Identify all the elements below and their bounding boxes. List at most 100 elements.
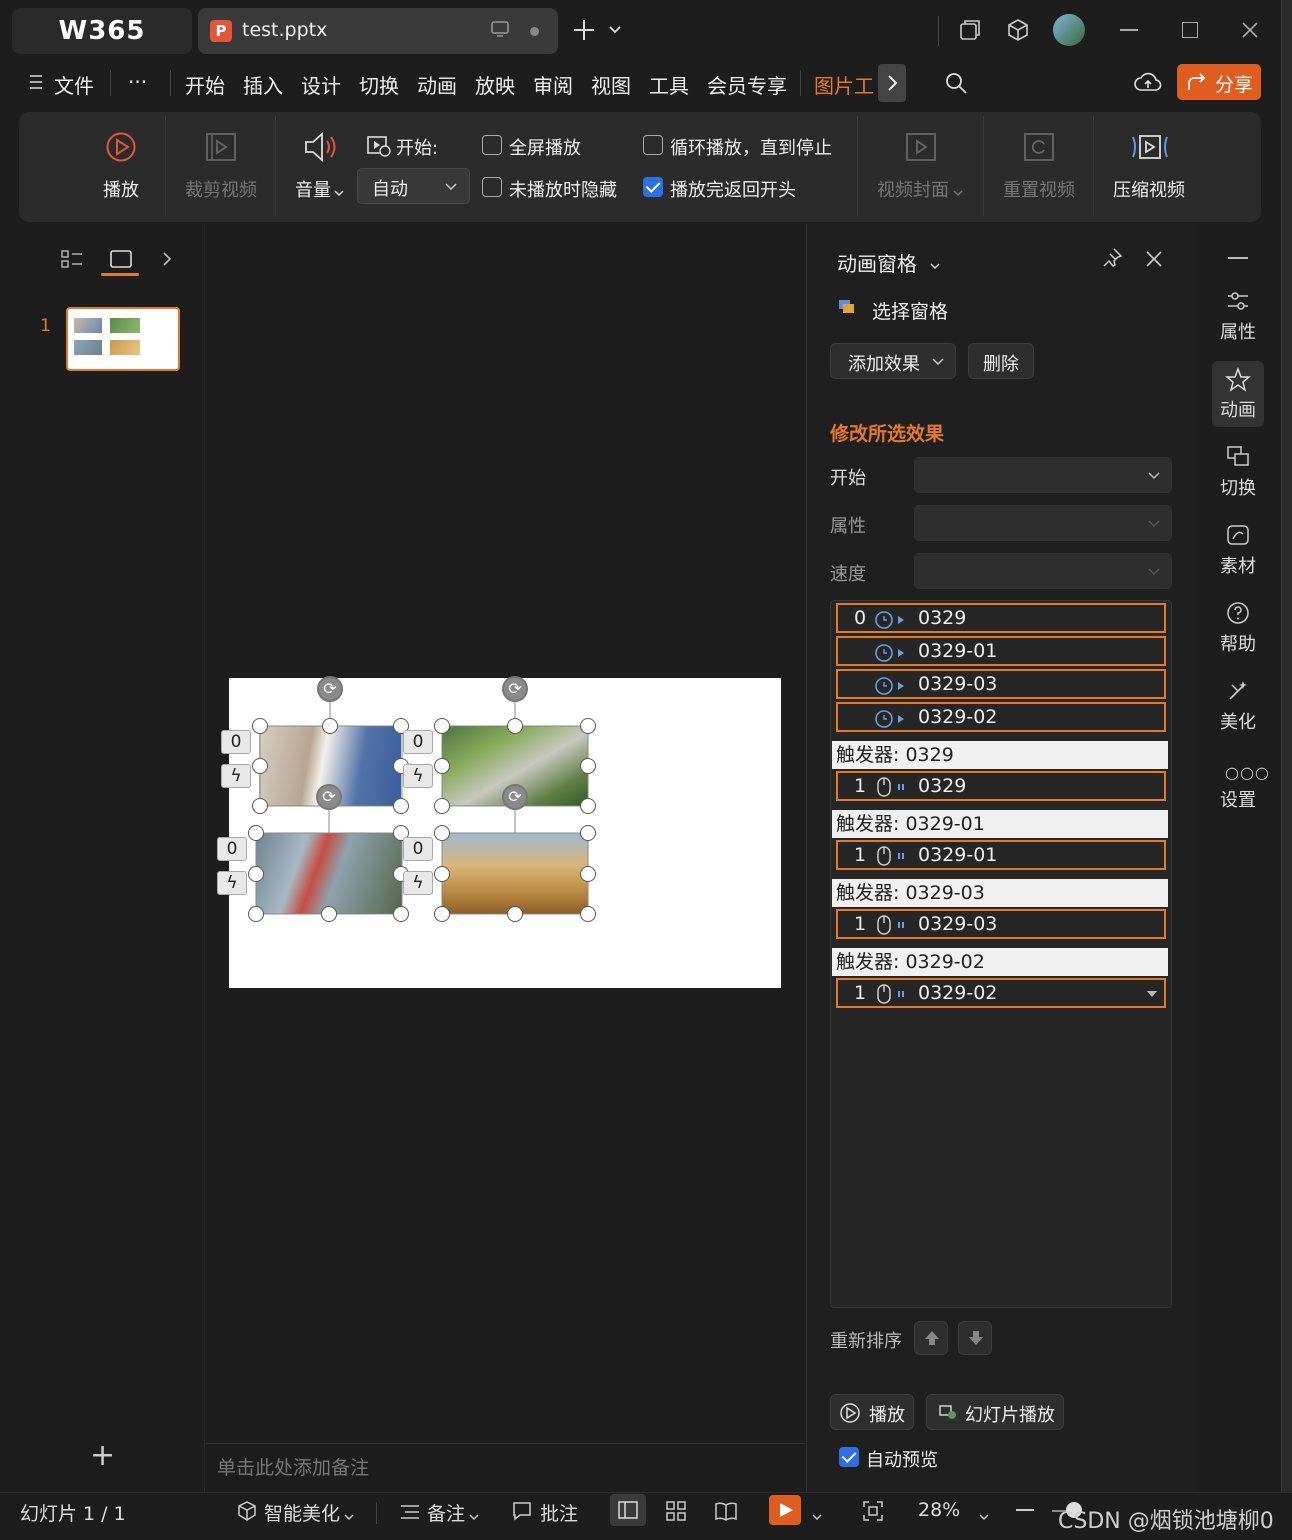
chevron-down-icon[interactable] bbox=[930, 256, 940, 275]
menu-design[interactable]: 设计 bbox=[301, 70, 341, 99]
delete-button[interactable]: 删除 bbox=[968, 343, 1034, 379]
cloud-upload-icon[interactable] bbox=[1134, 70, 1162, 98]
resize-handle[interactable] bbox=[248, 825, 264, 841]
animation-pane-title[interactable]: 动画窗格 bbox=[837, 248, 917, 277]
move-up-button[interactable] bbox=[914, 1321, 948, 1355]
autopreview-checkbox[interactable] bbox=[839, 1447, 859, 1467]
collapse-rail-icon[interactable] bbox=[1228, 257, 1248, 259]
item-dropdown-icon[interactable] bbox=[1146, 990, 1158, 998]
loop-checkbox[interactable] bbox=[643, 135, 663, 155]
play-icon[interactable] bbox=[105, 131, 137, 167]
lightning-icon[interactable]: ϟ bbox=[217, 871, 247, 895]
compress-video-button[interactable]: 压缩视频 bbox=[1113, 176, 1185, 202]
resize-handle[interactable] bbox=[252, 758, 268, 774]
lightning-icon[interactable]: ϟ bbox=[221, 764, 251, 788]
chevron-down-icon[interactable] bbox=[812, 1507, 822, 1526]
menu-member[interactable]: 会员专享 bbox=[707, 70, 787, 99]
hide-checkbox[interactable] bbox=[482, 177, 502, 197]
anim-order-tag[interactable]: 0 bbox=[403, 730, 433, 754]
zoom-out-icon[interactable] bbox=[1016, 1509, 1034, 1511]
play-button[interactable]: 播放 bbox=[103, 176, 139, 202]
fit-window-icon[interactable] bbox=[862, 1500, 884, 1526]
anim-order-tag[interactable]: 0 bbox=[217, 837, 247, 861]
app-logo[interactable]: W365 bbox=[12, 8, 192, 54]
menu-file[interactable]: 文件 bbox=[54, 70, 94, 99]
chevron-down-icon[interactable] bbox=[979, 1507, 989, 1526]
resize-handle[interactable] bbox=[434, 906, 450, 922]
resize-handle[interactable] bbox=[580, 866, 596, 882]
menu-transition[interactable]: 切换 bbox=[359, 70, 399, 99]
outline-view-icon[interactable] bbox=[60, 248, 84, 274]
resize-handle[interactable] bbox=[252, 718, 268, 734]
anim-order-tag[interactable]: 0 bbox=[403, 837, 433, 861]
start-select[interactable]: 自动 bbox=[357, 168, 470, 204]
menu-more[interactable]: ··· bbox=[128, 70, 147, 94]
monitor-icon[interactable] bbox=[490, 20, 510, 43]
resize-handle[interactable] bbox=[322, 718, 338, 734]
move-down-button[interactable] bbox=[958, 1321, 992, 1355]
resize-handle[interactable] bbox=[434, 758, 450, 774]
menu-review[interactable]: 审阅 bbox=[533, 70, 573, 99]
avatar[interactable] bbox=[1053, 14, 1085, 46]
animation-item[interactable]: 0329-02 bbox=[836, 702, 1166, 732]
rotate-handle-icon[interactable]: ⟳ bbox=[502, 676, 528, 702]
cube-icon[interactable] bbox=[1006, 18, 1030, 46]
reading-view-icon[interactable] bbox=[714, 1500, 738, 1526]
rotate-handle-icon[interactable]: ⟳ bbox=[317, 676, 343, 702]
animation-item[interactable]: 0329-03 bbox=[836, 669, 1166, 699]
resize-handle[interactable] bbox=[507, 718, 523, 734]
notes-button[interactable]: 备注 bbox=[427, 1499, 465, 1526]
window-icon[interactable] bbox=[958, 18, 982, 46]
start-dropdown[interactable] bbox=[914, 457, 1172, 493]
search-icon[interactable] bbox=[944, 71, 968, 99]
resize-handle[interactable] bbox=[434, 866, 450, 882]
anim-order-tag[interactable]: 0 bbox=[221, 730, 251, 754]
resize-handle[interactable] bbox=[580, 758, 596, 774]
speed-dropdown[interactable] bbox=[914, 553, 1172, 589]
rail-help[interactable]: 帮助 bbox=[1212, 630, 1264, 656]
resize-handle[interactable] bbox=[580, 798, 596, 814]
comment-button[interactable]: 批注 bbox=[540, 1499, 578, 1526]
document-tab[interactable]: P test.pptx bbox=[198, 8, 558, 54]
thumbnail-view-icon[interactable] bbox=[108, 248, 134, 274]
lightning-icon[interactable]: ϟ bbox=[403, 871, 433, 895]
menu-home[interactable]: 开始 bbox=[185, 70, 225, 99]
rotate-handle-icon[interactable]: ⟳ bbox=[316, 784, 342, 810]
menu-slideshow[interactable]: 放映 bbox=[475, 70, 515, 99]
hamburger-icon[interactable] bbox=[30, 74, 44, 94]
resize-handle[interactable] bbox=[580, 906, 596, 922]
add-effect-button[interactable]: 添加效果 bbox=[830, 343, 956, 379]
volume-icon[interactable] bbox=[302, 130, 340, 168]
resize-handle[interactable] bbox=[434, 798, 450, 814]
selection-pane-link[interactable]: 选择窗格 bbox=[872, 297, 948, 324]
menu-animation[interactable]: 动画 bbox=[417, 70, 457, 99]
rail-beautify[interactable]: 美化 bbox=[1212, 708, 1264, 734]
menu-view[interactable]: 视图 bbox=[591, 70, 631, 99]
animation-item[interactable]: 1 0329-01 bbox=[836, 840, 1166, 870]
animation-item[interactable]: 0 0329 bbox=[836, 603, 1166, 633]
normal-view-button[interactable] bbox=[610, 1494, 646, 1526]
pin-icon[interactable] bbox=[1101, 247, 1123, 273]
tab-list-chevron-icon[interactable] bbox=[608, 22, 622, 41]
menu-tools[interactable]: 工具 bbox=[649, 70, 689, 99]
animation-item-selected[interactable]: 1 0329-02 bbox=[836, 978, 1166, 1008]
slideshow-play-button[interactable] bbox=[769, 1495, 801, 1525]
fullscreen-checkbox[interactable] bbox=[482, 135, 502, 155]
play-preview-button[interactable]: 播放 bbox=[830, 1394, 914, 1430]
animation-item[interactable]: 0329-01 bbox=[836, 636, 1166, 666]
animation-item[interactable]: 1 0329-03 bbox=[836, 909, 1166, 939]
smart-beautify-button[interactable]: 智能美化 bbox=[264, 1499, 340, 1526]
menu-insert[interactable]: 插入 bbox=[243, 70, 283, 99]
add-slide-button[interactable]: + bbox=[90, 1438, 115, 1473]
menu-scroll-right[interactable] bbox=[878, 64, 906, 102]
resize-handle[interactable] bbox=[248, 906, 264, 922]
slideshow-button[interactable]: 幻灯片播放 bbox=[926, 1394, 1064, 1430]
rotate-handle-icon[interactable]: ⟳ bbox=[502, 784, 528, 810]
resize-handle[interactable] bbox=[321, 906, 337, 922]
animation-item[interactable]: 1 0329 bbox=[836, 771, 1166, 801]
notes-area[interactable]: 单击此处添加备注 bbox=[206, 1443, 805, 1491]
rail-transition[interactable]: 切换 bbox=[1212, 474, 1264, 500]
menu-picture-tools[interactable]: 图片工 bbox=[814, 70, 880, 99]
compress-video-icon[interactable] bbox=[1130, 131, 1170, 167]
video-cover-button[interactable]: 视频封面 bbox=[877, 176, 949, 202]
